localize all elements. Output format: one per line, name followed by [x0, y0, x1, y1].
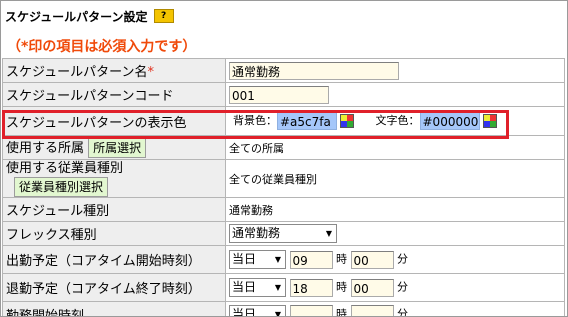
start-hour-input[interactable]: 09: [289, 250, 333, 269]
department-label: 使用する所属 所属選択: [2, 135, 226, 160]
row-partial: 勤務開始時刻 当日 ▼ 時 分: [2, 301, 565, 317]
flex-type-label: フレックス種別: [2, 221, 226, 246]
end-day-select[interactable]: 当日 ▼: [229, 278, 286, 297]
row-flex-type: フレックス種別 通常勤務 ▼: [2, 221, 565, 246]
minute-unit: 分: [397, 307, 408, 317]
pattern-code-label: スケジュールパターンコード: [2, 82, 226, 107]
schedule-type-value: 通常勤務: [225, 197, 565, 222]
row-department: 使用する所属 所属選択 全ての所属: [2, 135, 565, 160]
schedule-pattern-settings-panel: スケジュールパターン設定 ? （*印の項目は必須入力です） スケジュールパターン…: [0, 0, 568, 317]
bg-color-input[interactable]: #a5c7fa: [277, 112, 337, 130]
employee-type-select-button[interactable]: 従業員種別選択: [14, 176, 109, 197]
hour-unit: 時: [336, 280, 347, 294]
schedule-type-label: スケジュール種別: [2, 197, 226, 222]
partial-row-label: 勤務開始時刻: [2, 301, 226, 316]
text-color-palette-icon[interactable]: [482, 114, 497, 128]
chevron-down-icon: ▼: [274, 309, 281, 317]
row-end-time: 退勤予定（コアタイム終了時刻） 当日 ▼ 18 時 00 分: [2, 273, 565, 302]
row-employee-type: 使用する従業員種別 従業員種別選択 全ての従業員種別: [2, 159, 565, 198]
department-select-button[interactable]: 所属選択: [88, 138, 147, 159]
help-icon[interactable]: ?: [153, 9, 174, 23]
pattern-name-input[interactable]: 通常勤務: [229, 61, 399, 80]
settings-form: スケジュールパターン名* 通常勤務 スケジュールパターンコード 001 スケジュ…: [2, 58, 565, 317]
department-value: 全ての所属: [225, 135, 565, 160]
end-hour-input[interactable]: 18: [289, 278, 333, 297]
panel-header: スケジュールパターン設定 ?: [5, 7, 174, 25]
row-start-time: 出勤予定（コアタイム開始時刻） 当日 ▼ 09 時 00 分: [2, 245, 565, 274]
row-display-color: スケジュールパターンの表示色 背景色： #a5c7fa 文字色： #000000: [2, 106, 565, 136]
required-mark: *: [147, 65, 154, 80]
chevron-down-icon: ▼: [274, 255, 281, 264]
chevron-down-icon: ▼: [325, 229, 332, 238]
page-title: スケジュールパターン設定: [5, 9, 148, 24]
required-fields-note: （*印の項目は必須入力です）: [7, 39, 197, 55]
employee-type-value: 全ての従業員種別: [225, 159, 565, 198]
bg-color-palette-icon[interactable]: [340, 114, 354, 128]
row-schedule-type: スケジュール種別 通常勤務: [2, 197, 565, 222]
end-time-label: 退勤予定（コアタイム終了時刻）: [2, 273, 226, 302]
start-time-label: 出勤予定（コアタイム開始時刻）: [2, 245, 226, 274]
partial-day-select[interactable]: 当日 ▼: [229, 304, 286, 317]
chevron-down-icon: ▼: [274, 283, 281, 292]
pattern-code-input[interactable]: 001: [229, 85, 329, 104]
pattern-name-label: スケジュールパターン名*: [2, 58, 226, 83]
employee-type-label: 使用する従業員種別 従業員種別選択: [2, 159, 226, 198]
row-pattern-code: スケジュールパターンコード 001: [2, 82, 565, 107]
text-color-input[interactable]: #000000: [419, 112, 480, 130]
hour-unit: 時: [336, 307, 347, 317]
bg-color-label: 背景色：: [233, 114, 277, 127]
row-pattern-name: スケジュールパターン名* 通常勤務: [2, 58, 565, 83]
hour-unit: 時: [336, 252, 347, 266]
minute-unit: 分: [397, 280, 408, 294]
text-color-label: 文字色：: [375, 114, 420, 127]
partial-minute-input[interactable]: [350, 305, 394, 316]
start-day-select[interactable]: 当日 ▼: [229, 250, 286, 269]
display-color-label: スケジュールパターンの表示色: [2, 106, 226, 136]
end-minute-input[interactable]: 00: [350, 278, 394, 297]
minute-unit: 分: [397, 252, 408, 266]
flex-type-select[interactable]: 通常勤務 ▼: [229, 224, 337, 243]
partial-hour-input[interactable]: [289, 305, 333, 316]
start-minute-input[interactable]: 00: [350, 250, 394, 269]
